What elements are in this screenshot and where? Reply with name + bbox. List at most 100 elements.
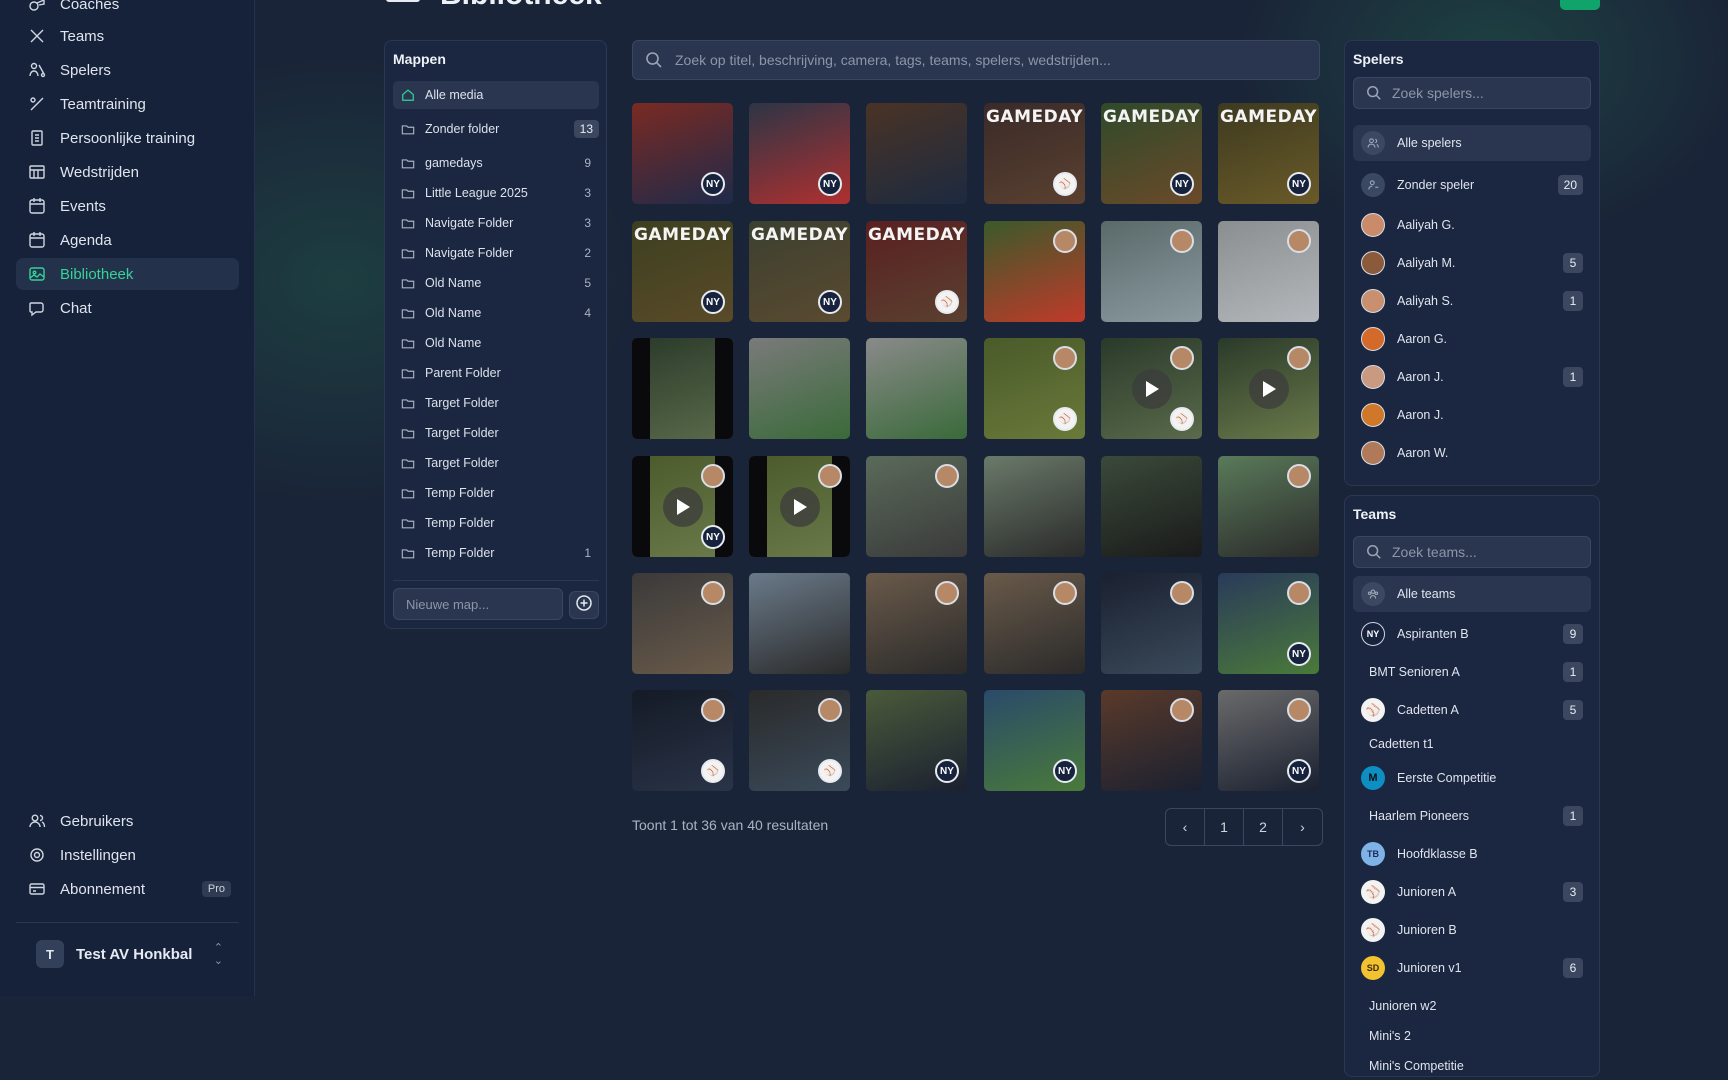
prev-page-button[interactable]: ‹ [1166, 809, 1205, 845]
folder-item[interactable]: Temp Folder [393, 509, 599, 537]
team-item[interactable]: Cadetten t1 [1353, 726, 1591, 762]
page-1-button[interactable]: 1 [1205, 809, 1244, 845]
folder-item[interactable]: Navigate Folder 2 [393, 239, 599, 267]
media-thumbnail[interactable]: GAMEDAY NY [749, 221, 850, 322]
media-thumbnail[interactable]: NY [632, 456, 733, 557]
media-thumbnail[interactable] [1218, 456, 1319, 557]
media-thumbnail[interactable] [749, 573, 850, 674]
folder-item[interactable]: Zonder folder 13 [393, 115, 599, 143]
media-thumbnail[interactable]: ⚾ [632, 690, 733, 791]
player-item[interactable]: Aaron W. [1353, 435, 1591, 471]
folder-item[interactable]: Old Name 4 [393, 299, 599, 327]
player-item[interactable]: Alle spelers [1353, 125, 1591, 161]
add-folder-button[interactable] [569, 591, 599, 619]
media-thumbnail[interactable]: NY [1218, 690, 1319, 791]
media-thumbnail[interactable] [1101, 573, 1202, 674]
media-search[interactable] [632, 40, 1320, 80]
player-item[interactable]: Zonder speler 20 [1353, 167, 1591, 203]
team-item[interactable]: SD Junioren v1 6 [1353, 950, 1591, 986]
media-thumbnail[interactable] [1101, 690, 1202, 791]
new-folder-input[interactable] [393, 588, 563, 620]
media-thumbnail[interactable]: ⚾ [749, 690, 850, 791]
folder-item[interactable]: Temp Folder 1 [393, 539, 599, 567]
player-item[interactable]: Aaron J. [1353, 397, 1591, 433]
team-item[interactable]: Mini's Competitie [1353, 1048, 1591, 1076]
sidebar-item-instellingen[interactable]: Instellingen [16, 839, 239, 871]
media-thumbnail[interactable] [632, 573, 733, 674]
team-item[interactable]: ⚾ Junioren B [1353, 912, 1591, 948]
sidebar-item-persoonlijke-training[interactable]: Persoonlijke training [16, 122, 239, 154]
media-thumbnail[interactable]: ⚾ [1101, 338, 1202, 439]
folder-item[interactable]: Navigate Folder 3 [393, 209, 599, 237]
media-thumbnail[interactable]: NY [1218, 573, 1319, 674]
media-thumbnail[interactable]: NY [632, 103, 733, 204]
folder-item[interactable]: Temp Folder [393, 479, 599, 507]
folder-item[interactable]: Little League 2025 3 [393, 179, 599, 207]
sidebar-item-wedstrijden[interactable]: Wedstrijden [16, 156, 239, 188]
media-thumbnail[interactable]: GAMEDAY ⚾ [866, 221, 967, 322]
team-item[interactable]: Haarlem Pioneers 1 [1353, 798, 1591, 834]
media-thumbnail[interactable] [984, 456, 1085, 557]
sidebar-item-agenda[interactable]: Agenda [16, 224, 239, 256]
media-thumbnail[interactable] [866, 573, 967, 674]
player-search-input[interactable] [1392, 85, 1590, 101]
folder-item[interactable]: Old Name 5 [393, 269, 599, 297]
sidebar-item-teams[interactable]: Teams [16, 20, 239, 52]
player-item[interactable]: Aaron G. [1353, 321, 1591, 357]
upload-button[interactable] [1560, 0, 1600, 10]
media-thumbnail[interactable] [866, 456, 967, 557]
media-thumbnail[interactable] [1101, 456, 1202, 557]
search-input[interactable] [675, 52, 1319, 68]
media-thumbnail[interactable]: GAMEDAY ⚾ [984, 103, 1085, 204]
team-item[interactable]: ⚾ Junioren A 3 [1353, 874, 1591, 910]
team-item[interactable]: Alle teams [1353, 576, 1591, 612]
player-item[interactable]: Aaliyah G. [1353, 207, 1591, 243]
folder-item[interactable]: gamedays 9 [393, 149, 599, 177]
sidebar-item-bibliotheek[interactable]: Bibliotheek [16, 258, 239, 290]
media-thumbnail[interactable]: NY [749, 103, 850, 204]
media-thumbnail[interactable]: NY [866, 690, 967, 791]
player-item[interactable]: Aaliyah S. 1 [1353, 283, 1591, 319]
media-thumbnail[interactable] [749, 456, 850, 557]
sidebar-item-teamtraining[interactable]: Teamtraining [16, 88, 239, 120]
media-thumbnail[interactable] [866, 338, 967, 439]
folder-item[interactable]: Old Name [393, 329, 599, 357]
media-thumbnail[interactable]: ⚾ [984, 338, 1085, 439]
media-thumbnail[interactable]: NY [984, 690, 1085, 791]
folder-item[interactable]: Alle media [393, 81, 599, 109]
player-item[interactable]: Aaliyah M. 5 [1353, 245, 1591, 281]
media-thumbnail[interactable] [866, 103, 967, 204]
team-item[interactable]: ⚾ Cadetten A 5 [1353, 692, 1591, 728]
media-thumbnail[interactable]: GAMEDAY NY [1101, 103, 1202, 204]
sidebar-item-events[interactable]: Events [16, 190, 239, 222]
page-2-button[interactable]: 2 [1244, 809, 1283, 845]
organization-switcher[interactable]: T Test AV Honkbal ⌃ ⌄ [16, 938, 239, 970]
media-thumbnail[interactable] [1101, 221, 1202, 322]
next-page-button[interactable]: › [1283, 809, 1322, 845]
media-thumbnail[interactable] [1218, 338, 1319, 439]
folder-item[interactable]: Target Folder [393, 449, 599, 477]
team-search-input[interactable] [1392, 544, 1590, 560]
team-item[interactable]: M Eerste Competitie [1353, 760, 1591, 796]
folder-item[interactable]: Target Folder [393, 419, 599, 447]
sidebar-item-chat[interactable]: Chat [16, 292, 239, 324]
sidebar-item-gebruikers[interactable]: Gebruikers [16, 805, 239, 837]
media-thumbnail[interactable] [749, 338, 850, 439]
player-item[interactable]: Aaron J. 1 [1353, 359, 1591, 395]
media-thumbnail[interactable]: GAMEDAY NY [1218, 103, 1319, 204]
sidebar-item-coaches[interactable]: Coaches [16, 0, 239, 20]
team-item[interactable]: BMT Senioren A 1 [1353, 654, 1591, 690]
sidebar-item-abonnement[interactable]: Abonnement Pro [16, 873, 239, 905]
sidebar-item-spelers[interactable]: Spelers [16, 54, 239, 86]
media-thumbnail[interactable] [984, 573, 1085, 674]
media-thumbnail[interactable] [1218, 221, 1319, 322]
media-thumbnail[interactable]: GAMEDAY NY [632, 221, 733, 322]
media-thumbnail[interactable] [984, 221, 1085, 322]
folder-item[interactable]: Target Folder [393, 389, 599, 417]
player-search[interactable] [1353, 77, 1591, 109]
team-item[interactable]: NY Aspiranten B 9 [1353, 616, 1591, 652]
media-thumbnail[interactable] [632, 338, 733, 439]
team-item[interactable]: TB Hoofdklasse B [1353, 836, 1591, 872]
folder-item[interactable]: Parent Folder [393, 359, 599, 387]
team-search[interactable] [1353, 536, 1591, 568]
